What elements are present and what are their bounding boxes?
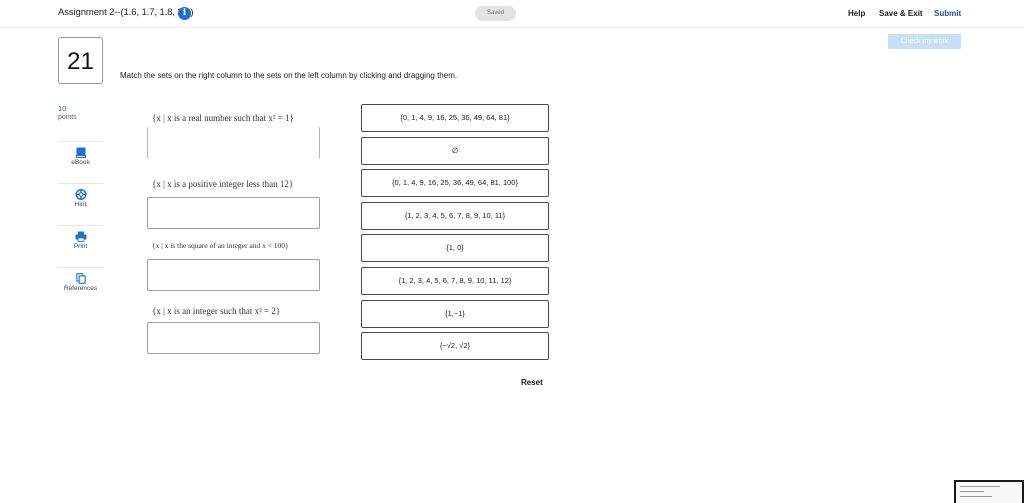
divider	[58, 225, 103, 226]
points-value: 10	[58, 104, 67, 113]
drop-zone[interactable]	[147, 197, 320, 229]
save-exit-link[interactable]: Save & Exit	[879, 9, 923, 18]
top-bar: Assignment 2--(1.6, 1.7, 1.8, 2.1) i Sav…	[0, 0, 1024, 28]
draggable-set-card[interactable]: {0, 1, 4, 9, 16, 25, 36, 49, 64, 81, 100…	[361, 169, 549, 197]
references-label: References	[63, 285, 98, 292]
lifebuoy-icon	[75, 189, 86, 200]
ebook-button[interactable]: eBook	[58, 147, 103, 183]
divider	[58, 141, 103, 142]
drop-zone[interactable]	[147, 259, 320, 291]
hint-button[interactable]: Hint	[58, 189, 103, 225]
drop-zone[interactable]	[147, 127, 320, 159]
book-icon	[75, 147, 86, 158]
check-my-work-button[interactable]: Check my work	[888, 34, 961, 49]
references-button[interactable]: References	[58, 273, 103, 309]
ebook-label: eBook	[71, 159, 90, 166]
left-set-label: {x | x is a positive integer less than 1…	[152, 179, 294, 189]
draggable-set-card[interactable]: {1,−1}	[361, 300, 549, 328]
draggable-set-card[interactable]: ∅	[361, 137, 549, 165]
thumbnail-line	[960, 486, 1000, 487]
tools-panel: eBook Hint Print References	[58, 141, 103, 309]
thumbnail-line	[960, 491, 984, 492]
left-set-label: {x | x is the square of an integer and x…	[152, 241, 289, 250]
draggable-set-card[interactable]: {1, 2, 3, 4, 5, 6, 7, 8, 9, 10, 11}	[361, 202, 549, 230]
question-number: 21	[58, 37, 103, 84]
page-thumbnail[interactable]	[954, 480, 1024, 503]
assignment-title: Assignment 2--(1.6, 1.7, 1.8, 2.1)	[58, 7, 194, 18]
printer-icon	[75, 231, 86, 242]
points-label: points	[58, 114, 77, 121]
info-icon[interactable]: i	[178, 7, 191, 20]
thumbnail-line	[960, 496, 992, 497]
print-label: Print	[73, 243, 88, 250]
print-button[interactable]: Print	[58, 231, 103, 267]
submit-link[interactable]: Submit	[934, 9, 961, 18]
left-set-label: {x | x is an integer such that x² = 2}	[152, 306, 281, 316]
saved-status-badge: Saved	[475, 6, 516, 21]
divider	[58, 267, 103, 268]
draggable-set-card[interactable]: {1, 2, 3, 4, 5, 6, 7, 8, 9, 10, 11, 12}	[361, 267, 549, 295]
question-instructions: Match the sets on the right column to th…	[120, 71, 458, 80]
draggable-set-card[interactable]: {−√2, √2}	[361, 332, 549, 360]
divider	[58, 183, 103, 184]
help-link[interactable]: Help	[848, 9, 865, 18]
reset-button[interactable]: Reset	[521, 378, 543, 387]
drop-zone[interactable]	[147, 322, 320, 354]
copy-icon	[75, 273, 86, 284]
hint-label: Hint	[74, 201, 87, 208]
left-set-label: {x | x is a real number such that x² = 1…	[152, 113, 294, 123]
draggable-set-card[interactable]: {0, 1, 4, 9, 16, 25, 36, 49, 64, 81}	[361, 104, 549, 132]
draggable-set-card[interactable]: {1, 0}	[361, 234, 549, 262]
